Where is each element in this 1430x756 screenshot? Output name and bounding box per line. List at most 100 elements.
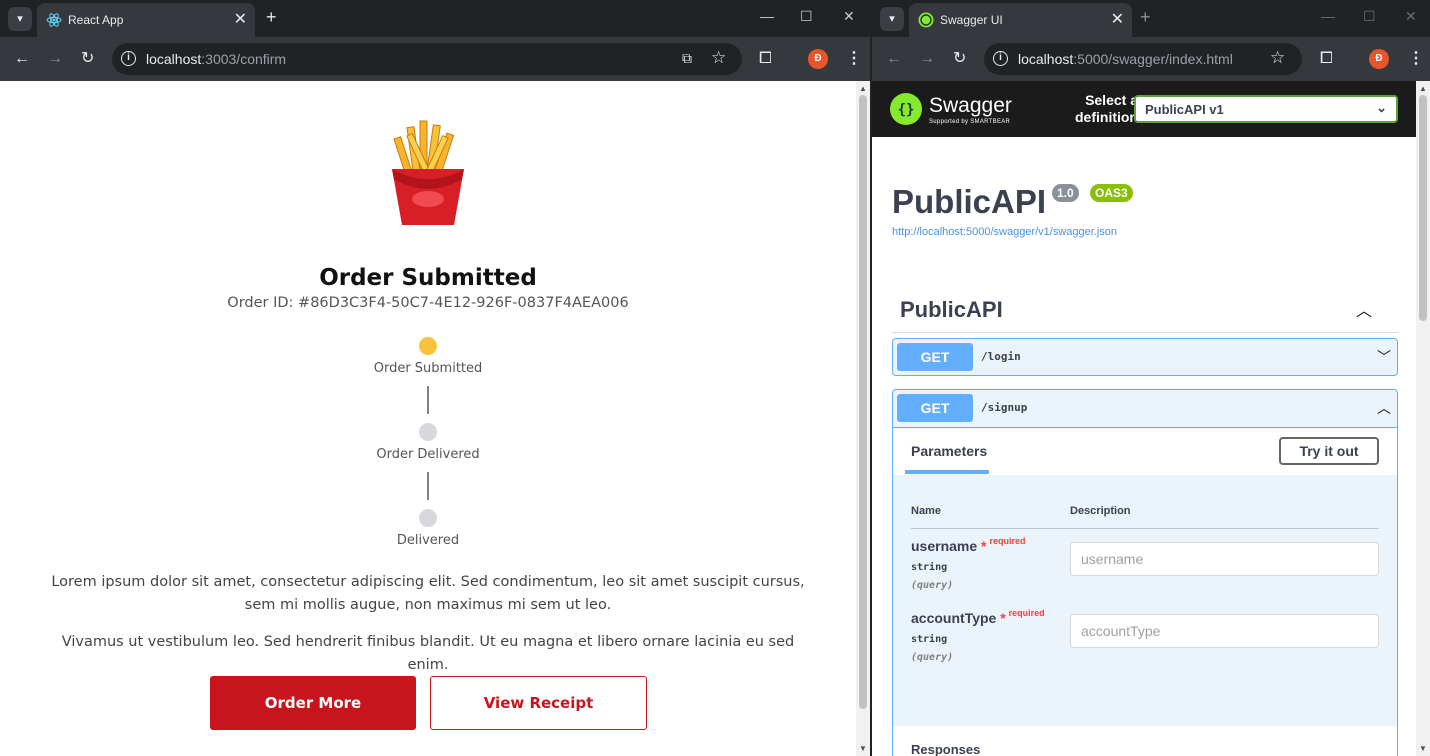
tab-parameters[interactable]: Parameters	[911, 443, 987, 459]
tab-react-app[interactable]: React App ✕	[37, 3, 255, 37]
param-name: accountType * required	[911, 608, 1045, 626]
tab-search-button[interactable]: ▾	[8, 7, 32, 31]
tab-swagger-ui[interactable]: Swagger UI ✕	[909, 3, 1132, 37]
oas-badge: OAS3	[1090, 184, 1133, 202]
method-badge: GET	[897, 394, 973, 422]
reload-icon[interactable]: ↻	[81, 49, 94, 69]
definition-select[interactable]: PublicAPI v1 ⌄	[1134, 95, 1398, 123]
select-definition-label: Select a definition	[1075, 92, 1138, 125]
step-label-delivered: Delivered	[396, 533, 460, 548]
scroll-thumb[interactable]	[1419, 95, 1427, 321]
chevron-down-icon[interactable]: ﹀	[1377, 347, 1391, 367]
param-type: string	[911, 634, 948, 645]
step-connector	[427, 472, 429, 500]
scroll-down-arrow[interactable]: ▼	[1416, 744, 1430, 753]
new-tab-button[interactable]: +	[1140, 7, 1151, 28]
chevron-up-icon[interactable]: ︿	[1377, 398, 1391, 418]
profile-avatar[interactable]: Đ	[1369, 49, 1389, 69]
responses-section: Responses	[893, 726, 1397, 756]
maximize-button[interactable]: ☐	[1363, 8, 1376, 25]
extensions-icon[interactable]: ⧠	[759, 49, 772, 69]
minimize-button[interactable]: —	[1321, 8, 1335, 24]
back-icon[interactable]: ←	[886, 49, 902, 69]
scroll-down-arrow[interactable]: ▼	[856, 744, 870, 753]
react-icon	[46, 13, 62, 27]
parameters-bar: Parameters Try it out	[893, 427, 1397, 475]
close-tab-icon[interactable]: ✕	[1111, 9, 1124, 29]
username-input[interactable]: username	[1070, 542, 1379, 576]
tab-strip: ▾ React App ✕ + — ☐ ✕	[0, 0, 870, 37]
new-tab-button[interactable]: +	[266, 7, 277, 28]
param-location: (query)	[911, 580, 954, 591]
menu-icon[interactable]: ⋮	[846, 49, 862, 69]
svg-text:{}: {}	[898, 102, 915, 118]
step-dot-delivered	[419, 509, 437, 527]
description-paragraph: Vivamus ut vestibulum leo. Sed hendrerit…	[61, 634, 795, 673]
tab-search-button[interactable]: ▾	[880, 7, 904, 31]
forward-icon[interactable]: →	[919, 49, 935, 69]
tab-strip: ▾ Swagger UI ✕ + — ☐ ✕	[872, 0, 1430, 37]
operation-path: /signup	[981, 401, 1028, 414]
address-bar[interactable]: i localhost:5000/swagger/index.html ☆	[984, 43, 1302, 75]
url-text: localhost:5000/swagger/index.html	[1018, 51, 1233, 67]
extensions-icon[interactable]: ⧠	[1320, 49, 1333, 69]
address-bar[interactable]: i localhost:3003/confirm ⧉ ☆	[112, 43, 742, 75]
close-tab-icon[interactable]: ✕	[234, 9, 247, 29]
account-type-input[interactable]: accountType	[1070, 614, 1379, 648]
column-header-description: Description	[1070, 505, 1131, 517]
responses-heading: Responses	[911, 742, 981, 756]
menu-icon[interactable]: ⋮	[1408, 49, 1424, 69]
forward-icon[interactable]: →	[47, 49, 63, 69]
spec-link[interactable]: http://localhost:5000/swagger/v1/swagger…	[892, 226, 1117, 238]
step-dot-submitted	[419, 337, 437, 355]
try-it-out-button[interactable]: Try it out	[1279, 437, 1379, 465]
tab-title: React App	[68, 13, 124, 27]
profile-avatar[interactable]: Đ	[808, 49, 828, 69]
react-page: Order Submitted Order ID: #86D3C3F4-50C7…	[0, 81, 870, 756]
close-window-button[interactable]: ✕	[843, 8, 855, 25]
minimize-button[interactable]: —	[760, 8, 774, 24]
chevron-down-icon: ⌄	[1376, 100, 1387, 115]
chevron-up-icon[interactable]: ︿	[1356, 297, 1372, 321]
column-header-name: Name	[911, 505, 941, 517]
scroll-thumb[interactable]	[859, 95, 867, 709]
version-badge: 1.0	[1052, 184, 1079, 202]
step-label-submitted: Order Submitted	[373, 361, 483, 376]
order-more-button[interactable]: Order More	[210, 676, 416, 730]
bookmark-star-icon[interactable]: ☆	[711, 48, 726, 68]
swagger-brand: Swagger	[929, 94, 1012, 117]
page-scrollbar[interactable]: ▲ ▼	[1416, 81, 1430, 756]
tab-title: Swagger UI	[940, 13, 1003, 27]
swagger-window: ▾ Swagger UI ✕ + — ☐ ✕ ← → ↻ i localhost…	[872, 0, 1430, 756]
reload-icon[interactable]: ↻	[953, 49, 966, 69]
table-divider	[911, 528, 1379, 529]
param-type: string	[911, 562, 948, 573]
page-scrollbar[interactable]: ▲ ▼	[856, 81, 870, 756]
operation-header[interactable]: GET /signup ︿	[893, 390, 1397, 426]
step-label-order-delivered: Order Delivered	[376, 447, 480, 462]
operation-get-signup: GET /signup ︿ Parameters Try it out Name…	[892, 389, 1398, 756]
french-fries-icon	[392, 120, 464, 225]
scroll-up-arrow[interactable]: ▲	[1416, 84, 1430, 93]
browser-toolbar: ← → ↻ i localhost:5000/swagger/index.htm…	[872, 37, 1430, 81]
tag-heading[interactable]: PublicAPI	[900, 297, 1003, 323]
site-info-icon[interactable]: i	[993, 51, 1008, 66]
maximize-button[interactable]: ☐	[800, 8, 813, 25]
scroll-up-arrow[interactable]: ▲	[856, 84, 870, 93]
step-connector	[427, 386, 429, 414]
bookmark-star-icon[interactable]: ☆	[1270, 48, 1285, 68]
description-paragraph: Lorem ipsum dolor sit amet, consectetur …	[51, 574, 805, 613]
step-dot-order-delivered	[419, 423, 437, 441]
method-badge: GET	[897, 343, 973, 371]
view-receipt-button[interactable]: View Receipt	[430, 676, 647, 730]
install-app-icon[interactable]: ⧉	[682, 50, 692, 67]
site-info-icon[interactable]: i	[121, 51, 136, 66]
api-title: PublicAPI	[892, 183, 1047, 220]
close-window-button[interactable]: ✕	[1405, 8, 1417, 25]
swagger-icon	[918, 12, 934, 28]
swagger-page: {} Swagger Supported by SMARTBEAR Select…	[872, 81, 1430, 756]
operation-get-login[interactable]: GET /login ﹀	[892, 338, 1398, 376]
swagger-topbar: {} Swagger Supported by SMARTBEAR Select…	[872, 81, 1416, 137]
react-app-window: ▾ React App ✕ + — ☐ ✕ ← → ↻ i localhost:…	[0, 0, 870, 756]
back-icon[interactable]: ←	[14, 49, 30, 69]
